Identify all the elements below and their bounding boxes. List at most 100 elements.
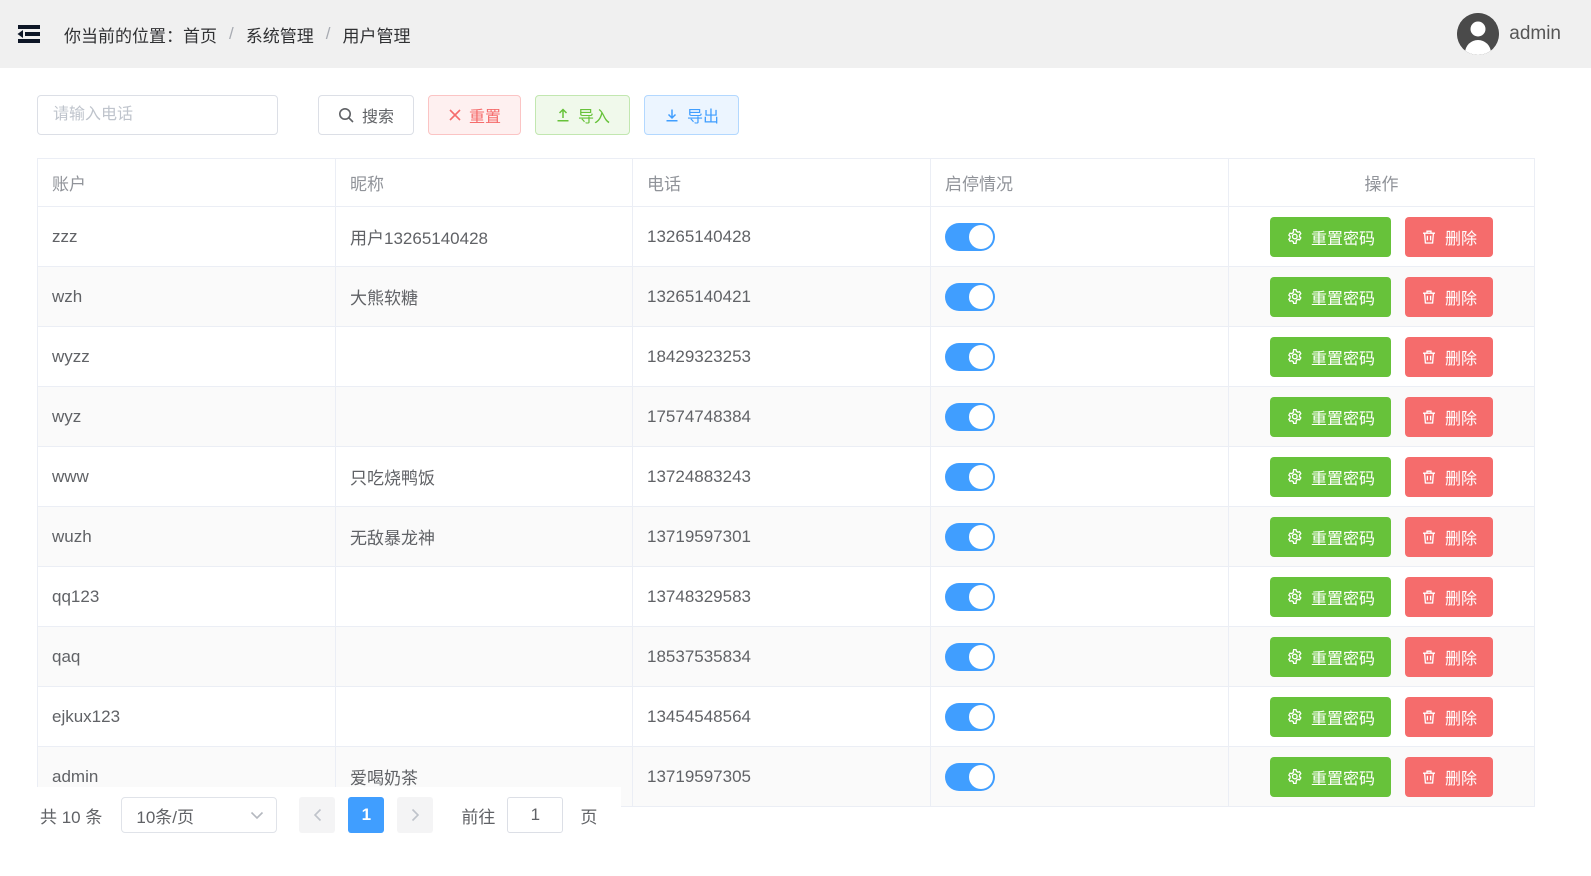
delete-button[interactable]: 删除: [1405, 636, 1494, 677]
reset-password-button[interactable]: 重置密码: [1269, 576, 1391, 617]
toggle-knob: [969, 344, 993, 369]
column-header-operations: 操作: [1364, 175, 1399, 194]
table-row: www 只吃烧鸭饭 13724883243 重置密码 删除: [38, 447, 1534, 507]
user-menu[interactable]: admin: [1457, 13, 1561, 55]
status-cell: [931, 267, 1229, 326]
status-toggle[interactable]: [945, 522, 995, 551]
prev-page-button[interactable]: [299, 797, 336, 833]
import-button[interactable]: 导入: [535, 95, 631, 135]
reset-password-button[interactable]: 重置密码: [1269, 636, 1391, 677]
trash-icon: [1421, 229, 1437, 245]
reset-password-label: 重置密码: [1310, 410, 1375, 428]
breadcrumb-user-management[interactable]: 用户管理: [342, 22, 410, 47]
export-button[interactable]: 导出: [644, 95, 740, 135]
reset-password-button[interactable]: 重置密码: [1269, 756, 1391, 797]
reset-password-label: 重置密码: [1310, 470, 1375, 488]
status-toggle[interactable]: [945, 702, 995, 731]
search-input[interactable]: [37, 95, 278, 135]
reset-password-button[interactable]: 重置密码: [1269, 456, 1391, 497]
table-row: ejkux123 13454548564 重置密码 删除: [38, 687, 1534, 747]
breadcrumb-home[interactable]: 首页: [183, 22, 217, 47]
column-header-phone: 电话: [633, 159, 931, 206]
reset-password-button[interactable]: 重置密码: [1269, 216, 1391, 257]
breadcrumb-separator: /: [229, 24, 234, 43]
delete-label: 删除: [1445, 470, 1478, 488]
status-cell: [931, 747, 1229, 806]
delete-button[interactable]: 删除: [1405, 756, 1494, 797]
toggle-knob: [969, 644, 993, 669]
status-cell: [931, 387, 1229, 446]
delete-button[interactable]: 删除: [1405, 396, 1494, 437]
pagination: 共 10 条 10条/页 1 前往 1 页: [24, 787, 622, 843]
table-row: wyzz 18429323253 重置密码 删除: [38, 327, 1534, 387]
status-toggle[interactable]: [945, 222, 995, 251]
trash-icon: [1421, 349, 1437, 365]
status-toggle[interactable]: [945, 342, 995, 371]
reset-password-button[interactable]: 重置密码: [1269, 336, 1391, 377]
next-page-button[interactable]: [397, 797, 434, 833]
reset-password-button[interactable]: 重置密码: [1269, 516, 1391, 557]
delete-label: 删除: [1445, 530, 1478, 548]
close-icon: [448, 108, 462, 122]
delete-button[interactable]: 删除: [1405, 696, 1494, 737]
chevron-down-icon: [250, 811, 264, 820]
status-cell: [931, 627, 1229, 686]
operations-cell: 重置密码 删除: [1229, 327, 1534, 386]
trash-icon: [1421, 469, 1437, 485]
page-size-select[interactable]: 10条/页: [121, 797, 278, 833]
reset-button-label: 重置: [469, 109, 502, 126]
reset-password-label: 重置密码: [1310, 590, 1375, 608]
reset-password-label: 重置密码: [1310, 230, 1375, 248]
breadcrumb-label: 你当前的位置：: [64, 26, 183, 46]
status-cell: [931, 447, 1229, 506]
delete-label: 删除: [1445, 350, 1478, 368]
reset-password-button[interactable]: 重置密码: [1269, 396, 1391, 437]
nickname-cell: [336, 327, 633, 386]
reset-password-button[interactable]: 重置密码: [1269, 276, 1391, 317]
delete-label: 删除: [1445, 230, 1478, 248]
toggle-knob: [969, 224, 993, 249]
current-page-button[interactable]: 1: [348, 797, 385, 833]
breadcrumb-system-management[interactable]: 系统管理: [246, 22, 314, 47]
phone-cell: 13454548564: [633, 687, 931, 746]
gear-icon: [1286, 528, 1303, 545]
table-row: wzh 大熊软糖 13265140421 重置密码 删除: [38, 267, 1534, 327]
status-toggle[interactable]: [945, 282, 995, 311]
table-row: zzz 用户13265140428 13265140428 重置密码 删除: [38, 207, 1534, 267]
search-button[interactable]: 搜索: [318, 95, 415, 135]
toggle-knob: [969, 404, 993, 429]
nickname-cell: 大熊软糖: [336, 267, 633, 326]
status-toggle[interactable]: [945, 642, 995, 671]
status-toggle[interactable]: [945, 582, 995, 611]
nickname-cell: 用户13265140428: [336, 207, 633, 266]
status-toggle[interactable]: [945, 462, 995, 491]
table-header: 账户 昵称 电话 启停情况 操作: [38, 159, 1534, 207]
gear-icon: [1286, 708, 1303, 725]
reset-password-button[interactable]: 重置密码: [1269, 696, 1391, 737]
delete-button[interactable]: 删除: [1405, 456, 1494, 497]
toggle-knob: [969, 524, 993, 549]
gear-icon: [1286, 588, 1303, 605]
delete-button[interactable]: 删除: [1405, 336, 1494, 377]
gear-icon: [1286, 468, 1303, 485]
account-cell: wuzh: [38, 507, 336, 566]
download-icon: [664, 107, 680, 123]
column-header-nickname: 昵称: [336, 159, 633, 206]
status-toggle[interactable]: [945, 402, 995, 431]
status-cell: [931, 687, 1229, 746]
gear-icon: [1286, 648, 1303, 665]
delete-button[interactable]: 删除: [1405, 276, 1494, 317]
status-toggle[interactable]: [945, 762, 995, 791]
collapse-sidebar-button[interactable]: [14, 19, 44, 49]
delete-button[interactable]: 删除: [1405, 516, 1494, 557]
trash-icon: [1421, 709, 1437, 725]
goto-page-input[interactable]: [507, 797, 564, 833]
reset-button[interactable]: 重置: [428, 95, 522, 135]
chevron-right-icon: [411, 808, 420, 822]
toggle-knob: [969, 464, 993, 489]
operations-cell: 重置密码 删除: [1229, 747, 1534, 806]
delete-button[interactable]: 删除: [1405, 576, 1494, 617]
delete-button[interactable]: 删除: [1405, 216, 1494, 257]
toggle-knob: [969, 284, 993, 309]
status-cell: [931, 567, 1229, 626]
